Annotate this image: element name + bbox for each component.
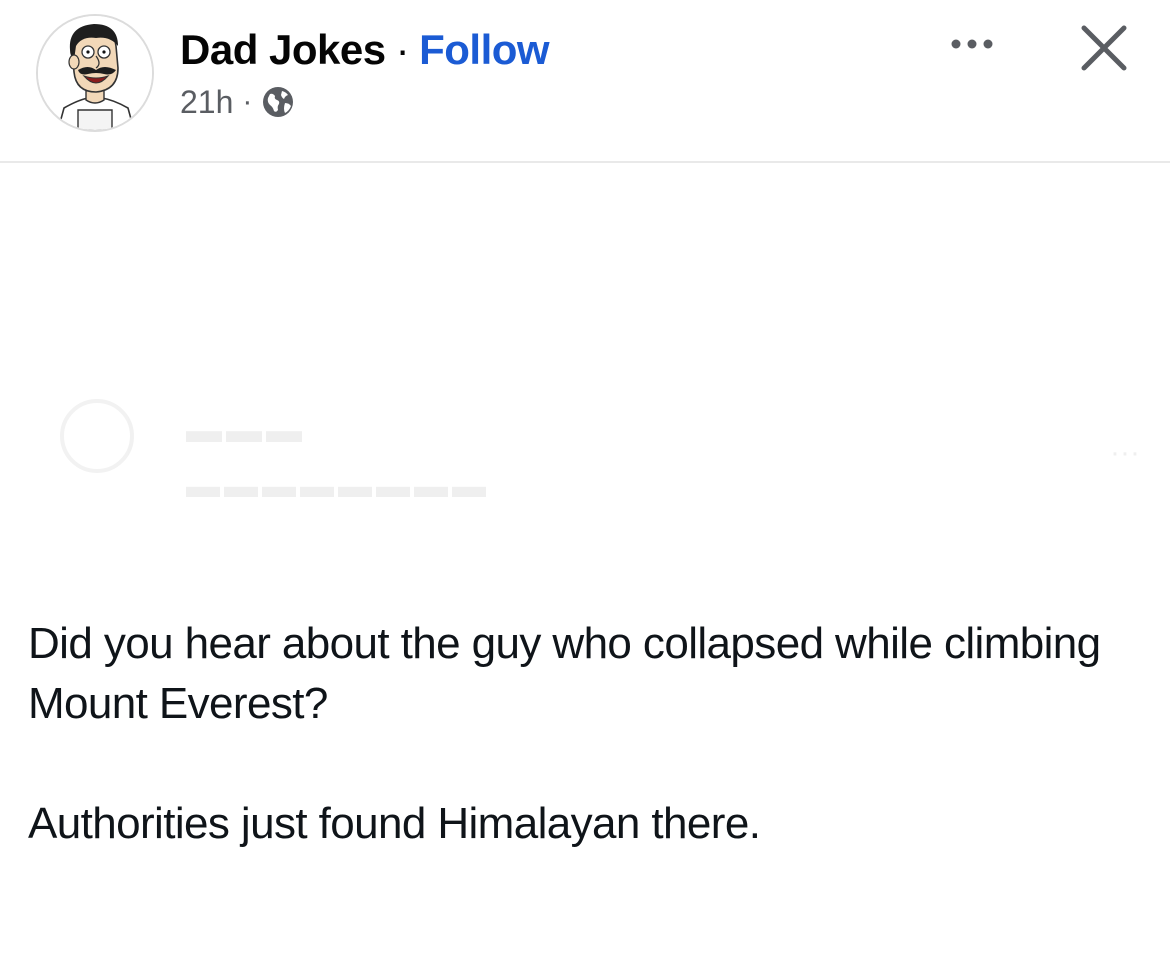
faded-more-icon: ··· (1110, 436, 1140, 469)
title-separator: · (395, 26, 410, 73)
faded-embedded-tweet-header: ▬▬▬ ▬▬▬▬▬▬▬▬ (60, 395, 580, 525)
post-meta-row: 21h · (180, 82, 295, 122)
close-button[interactable] (1072, 16, 1136, 80)
joke-question: Did you hear about the guy who collapsed… (28, 619, 1101, 728)
avatar[interactable] (36, 14, 154, 132)
more-horizontal-icon (951, 39, 993, 49)
globe-icon[interactable] (261, 85, 295, 119)
post-title-row: Dad Jokes · Follow (180, 26, 550, 74)
meta-separator: · (242, 85, 253, 118)
follow-button[interactable]: Follow (419, 26, 549, 74)
bob-avatar-icon (38, 16, 152, 130)
more-options-button[interactable] (940, 22, 1004, 66)
page-name-link[interactable]: Dad Jokes (180, 26, 386, 74)
post-body: Did you hear about the guy who collapsed… (28, 614, 1153, 854)
joke-answer: Authorities just found Himalayan there. (28, 799, 761, 848)
post-header: Dad Jokes · Follow 21h · (0, 0, 1170, 163)
faded-handle-line: ▬▬▬▬▬▬▬▬ (186, 467, 490, 505)
faded-name-line: ▬▬▬ (186, 409, 306, 450)
close-icon (1081, 25, 1127, 71)
faded-avatar (60, 399, 134, 473)
post-timestamp[interactable]: 21h (180, 84, 233, 121)
